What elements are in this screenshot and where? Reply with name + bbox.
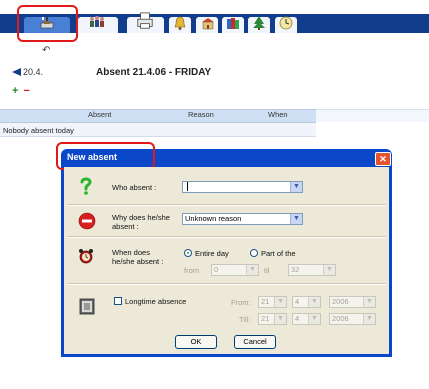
till-day-value: 21	[261, 314, 270, 323]
longtime-absence-checkbox[interactable]	[114, 297, 122, 305]
page-title: Absent 21.4.06 - FRIDAY	[96, 67, 212, 78]
chevron-down-icon[interactable]: ▼	[323, 265, 335, 275]
stop-icon	[78, 212, 96, 232]
chevron-down-icon[interactable]: ▼	[290, 182, 302, 192]
building-icon[interactable]	[199, 14, 217, 32]
table-header-filler	[316, 109, 429, 122]
books-icon[interactable]	[224, 14, 242, 32]
chevron-down-icon[interactable]: ▼	[308, 314, 320, 324]
reason-select[interactable]: Unknown reason ▼	[182, 213, 303, 225]
cancel-button[interactable]: Cancel	[234, 335, 276, 349]
bell-icon[interactable]	[171, 14, 189, 32]
column-header-when[interactable]: When	[268, 110, 288, 119]
close-icon[interactable]: ✕	[375, 152, 391, 166]
who-absent-label: Who absent :	[112, 183, 157, 192]
till-period-select[interactable]: 32 ▼	[288, 264, 336, 276]
remove-icon[interactable]: −	[24, 85, 30, 97]
longtime-till-label: Till:	[239, 315, 251, 324]
chevron-down-icon[interactable]: ▼	[363, 297, 375, 307]
part-of-day-radio[interactable]	[250, 249, 258, 257]
chevron-down-icon[interactable]: ▼	[274, 297, 286, 307]
prev-day-nav[interactable]: 20.4.	[12, 67, 43, 77]
from-year-select[interactable]: 2006 ▼	[329, 296, 376, 308]
when-absent-label-2: he/she absent :	[112, 257, 164, 266]
add-remove-controls: + −	[12, 85, 30, 97]
who-absent-select[interactable]: ▼	[182, 181, 303, 193]
chevron-down-icon[interactable]: ▼	[308, 297, 320, 307]
prev-day-label: 20.4.	[23, 67, 44, 77]
till-period-value: 32	[291, 265, 300, 274]
part-of-day-label: Part of the	[261, 249, 296, 258]
chevron-down-icon[interactable]: ▼	[246, 265, 258, 275]
till-year-select[interactable]: 2006 ▼	[329, 313, 376, 325]
alarm-clock-icon	[78, 247, 94, 267]
from-year-value: 2006	[332, 297, 349, 306]
divider	[68, 283, 386, 285]
longtime-absence-label: Longtime absence	[125, 297, 187, 306]
entire-day-radio[interactable]	[184, 249, 192, 257]
from-day-select[interactable]: 21 ▼	[258, 296, 287, 308]
entire-day-label: Entire day	[195, 249, 229, 258]
divider	[68, 236, 386, 238]
arrow-left-icon	[12, 68, 21, 76]
chevron-down-icon[interactable]: ▼	[363, 314, 375, 324]
from-period-select[interactable]: 0 ▼	[211, 264, 259, 276]
till-month-value: 4	[295, 314, 300, 323]
who-absent-value	[187, 182, 188, 191]
longtime-from-label: From:	[231, 298, 251, 307]
chevron-down-icon[interactable]: ▼	[274, 314, 286, 324]
calendar-icon	[79, 297, 95, 317]
people-icon[interactable]	[88, 14, 106, 32]
till-year-value: 2006	[332, 314, 349, 323]
column-header-absent[interactable]: Absent	[88, 110, 111, 119]
from-label: from	[184, 266, 199, 275]
from-month-select[interactable]: 4 ▼	[292, 296, 321, 308]
from-day-value: 21	[261, 297, 270, 306]
why-absent-label-1: Why does he/she	[112, 213, 170, 222]
question-icon	[79, 177, 93, 197]
empty-table-message: Nobody absent today	[3, 126, 74, 135]
from-month-value: 4	[295, 297, 300, 306]
undo-icon[interactable]: ↶	[42, 45, 50, 56]
when-absent-label-1: When does	[112, 248, 150, 257]
highlight-dialog-title	[56, 142, 155, 170]
divider	[68, 204, 386, 206]
till-day-select[interactable]: 21 ▼	[258, 313, 287, 325]
highlight-selected-tab	[17, 5, 78, 42]
ok-button[interactable]: OK	[175, 335, 217, 349]
till-label: til	[264, 266, 270, 275]
why-absent-label-2: absent :	[112, 222, 139, 231]
till-month-select[interactable]: 4 ▼	[292, 313, 321, 325]
clock-icon[interactable]	[277, 14, 295, 32]
printer-icon[interactable]	[136, 12, 154, 30]
chevron-down-icon[interactable]: ▼	[290, 214, 302, 224]
tree-icon[interactable]	[250, 14, 268, 32]
from-period-value: 0	[214, 265, 219, 274]
column-header-reason[interactable]: Reason	[188, 110, 214, 119]
add-icon[interactable]: +	[12, 85, 18, 97]
reason-value: Unknown reason	[185, 214, 242, 223]
